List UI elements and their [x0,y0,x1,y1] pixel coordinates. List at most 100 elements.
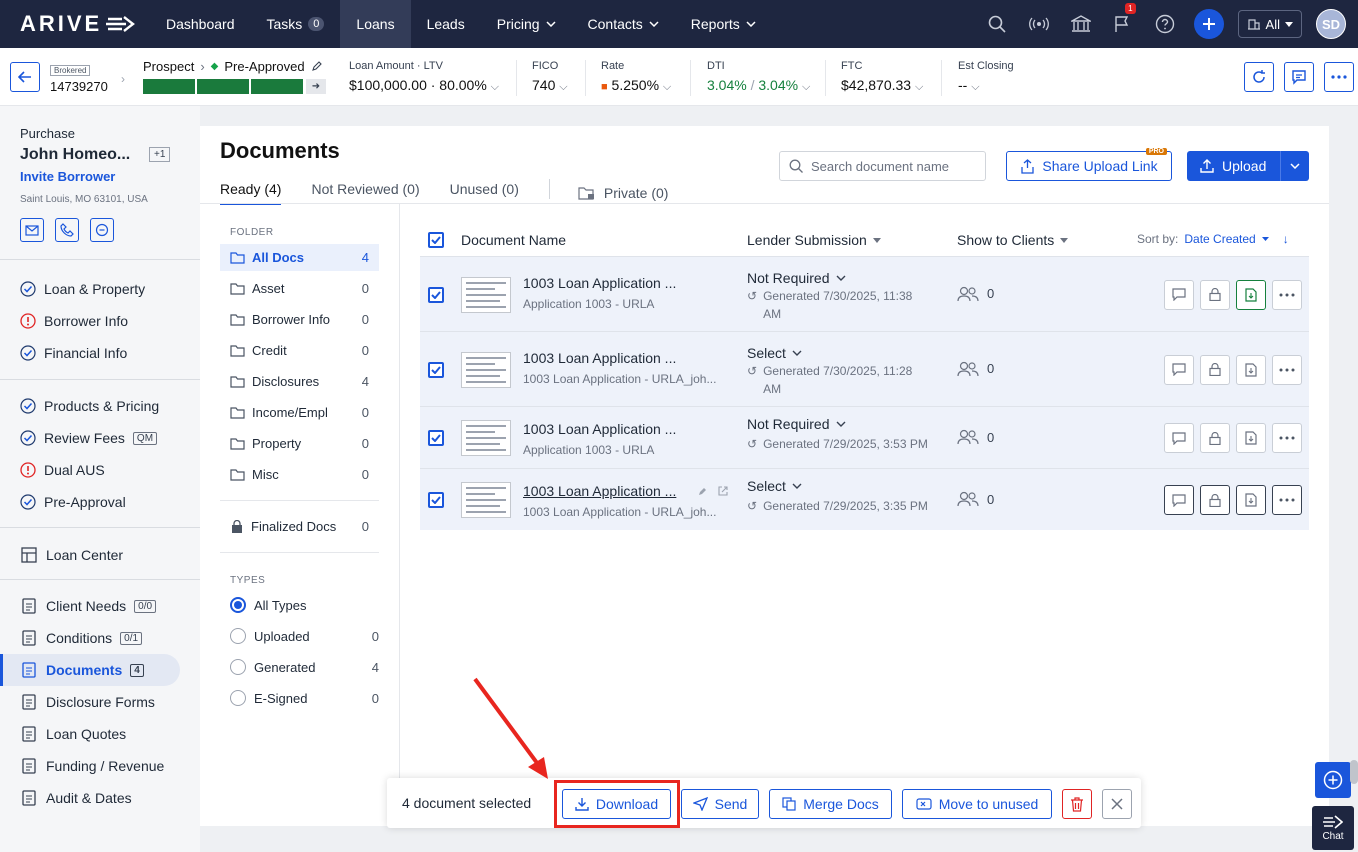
document-name[interactable]: 1003 Loan Application ... [523,350,676,366]
borrower-name[interactable]: John Homeo... [20,146,130,164]
type-filter-generated[interactable]: Generated 4 [230,659,379,675]
scope-select[interactable]: All [1237,10,1302,38]
quick-add-button[interactable] [1315,762,1351,798]
est-closing-metric[interactable]: Est Closing -- ⌵ [958,60,1014,94]
table-row[interactable]: 1003 Loan Application ... 1003 Loan Appl… [420,331,1309,406]
sidebar-item-review-fees[interactable]: Review Fees QM [20,427,158,449]
row-more-button[interactable] [1272,279,1302,310]
tab-unused[interactable]: Unused (0) [450,181,519,205]
rate-metric[interactable]: Rate ■ 5.250% ⌵ [601,60,671,94]
table-row[interactable]: 1003 Loan Application ... Application 10… [420,256,1309,331]
row-more-button[interactable] [1272,485,1302,515]
file-download-button[interactable] [1236,354,1266,385]
document-thumbnail[interactable] [461,420,511,456]
radio-button[interactable] [230,659,246,675]
create-new-button[interactable] [1193,9,1224,39]
arive-logo[interactable]: ARIVE [20,11,150,37]
row-checkbox[interactable] [428,492,444,508]
lender-submission-select[interactable]: Not Required [747,270,846,286]
merge-docs-button[interactable]: Merge Docs [769,789,892,819]
folder-all-docs[interactable]: All Docs 4 [220,244,379,271]
sidebar-item-documents[interactable]: Documents 4 [20,659,144,681]
sidebar-item-conditions[interactable]: Conditions 0/1 [20,627,143,649]
document-thumbnail[interactable] [461,351,511,388]
lender-submission-select[interactable]: Select [747,478,802,494]
more-options-button[interactable] [1324,62,1354,92]
folder-asset[interactable]: Asset 0 [220,275,379,302]
move-to-unused-button[interactable]: Move to unused [902,789,1052,819]
search-input[interactable]: Search document name [779,151,986,181]
document-thumbnail[interactable] [461,276,511,313]
row-checkbox[interactable] [428,361,444,378]
sidebar-item-pre-approval[interactable]: Pre-Approval [20,491,126,513]
nav-contacts[interactable]: Contacts [572,0,675,48]
show-to-clients[interactable]: 0 [957,286,994,302]
edit-pencil-icon[interactable] [698,486,708,496]
sidebar-item-funding-revenue[interactable]: Funding / Revenue [20,755,164,777]
tab-not-reviewed[interactable]: Not Reviewed (0) [311,181,419,205]
notifications-button[interactable]: 1 [1102,0,1144,48]
sidebar-item-products-pricing[interactable]: Products & Pricing [20,395,159,417]
folder-income-empl[interactable]: Income/Empl 0 [220,399,379,426]
sort-direction-icon[interactable]: ↓ [1283,232,1289,246]
file-download-button[interactable] [1236,485,1266,515]
invite-borrower-link[interactable]: Invite Borrower [20,169,115,184]
sidebar-item-loan-quotes[interactable]: Loan Quotes [20,723,126,745]
lock-button[interactable] [1200,423,1230,453]
user-avatar[interactable]: SD [1316,9,1346,39]
folder-misc[interactable]: Misc 0 [220,461,379,488]
column-lender-submission[interactable]: Lender Submission [747,232,881,248]
folder-credit[interactable]: Credit 0 [220,337,379,364]
share-upload-link-button[interactable]: Share Upload Link PRO [1006,148,1172,181]
sidebar-item-financial-info[interactable]: Financial Info [20,342,127,364]
tab-private[interactable]: Private (0) [578,181,668,205]
bank-button[interactable] [1060,0,1102,48]
delete-button[interactable] [1062,789,1092,819]
sidebar-item-disclosure-forms[interactable]: Disclosure Forms [20,691,155,713]
table-row[interactable]: 1003 Loan Application ... Application 10… [420,406,1309,468]
lock-button[interactable] [1200,354,1230,385]
row-checkbox[interactable] [428,430,444,446]
stage-advance-button[interactable]: ➜ [306,79,326,94]
sidebar-item-dual-aus[interactable]: Dual AUS [20,459,105,481]
send-button[interactable]: Send [681,789,759,819]
nav-leads[interactable]: Leads [411,0,481,48]
comment-button[interactable] [1164,423,1194,453]
type-filter-all-types[interactable]: All Types [230,597,379,613]
sidebar-item-borrower-info[interactable]: Borrower Info [20,310,128,332]
broadcast-button[interactable] [1018,0,1060,48]
sidebar-item-loan-center[interactable]: Loan Center [20,544,123,566]
nav-reports[interactable]: Reports [675,0,772,48]
refresh-button[interactable] [1244,62,1274,92]
scrollbar-thumb[interactable] [1350,760,1358,784]
external-link-icon[interactable] [718,486,728,496]
comment-button[interactable] [1164,279,1194,310]
messages-button[interactable] [1284,62,1314,92]
comment-button[interactable] [1164,354,1194,385]
nav-pricing[interactable]: Pricing [481,0,572,48]
nav-dashboard[interactable]: Dashboard [150,0,251,48]
call-button[interactable] [55,218,79,242]
sms-button[interactable] [90,218,114,242]
file-download-button[interactable] [1236,279,1266,310]
folder-disclosures[interactable]: Disclosures 4 [220,368,379,395]
show-to-clients[interactable]: 0 [957,491,994,507]
folder-borrower-info[interactable]: Borrower Info 0 [220,306,379,333]
sidebar-item-client-needs[interactable]: Client Needs 0/0 [20,595,157,617]
document-thumbnail[interactable] [461,482,511,518]
show-to-clients[interactable]: 0 [957,361,994,377]
loan-stage[interactable]: Prospect › ◆ Pre-Approved [143,59,322,74]
sidebar-item-loan-property[interactable]: Loan & Property [20,278,145,300]
coborrower-count[interactable]: +1 [149,147,171,162]
sort-control[interactable]: Sort by: Date Created ↓ [1137,232,1289,246]
type-filter-uploaded[interactable]: Uploaded 0 [230,628,379,644]
back-button[interactable] [10,62,40,92]
lock-button[interactable] [1200,485,1230,515]
document-name[interactable]: 1003 Loan Application ... [523,421,676,437]
column-show-to-clients[interactable]: Show to Clients [957,232,1069,248]
comment-button[interactable] [1164,485,1194,515]
type-filter-e-signed[interactable]: E-Signed 0 [230,690,379,706]
show-to-clients[interactable]: 0 [957,429,994,445]
select-all-checkbox[interactable] [428,232,444,248]
nav-tasks[interactable]: Tasks 0 [251,0,341,48]
